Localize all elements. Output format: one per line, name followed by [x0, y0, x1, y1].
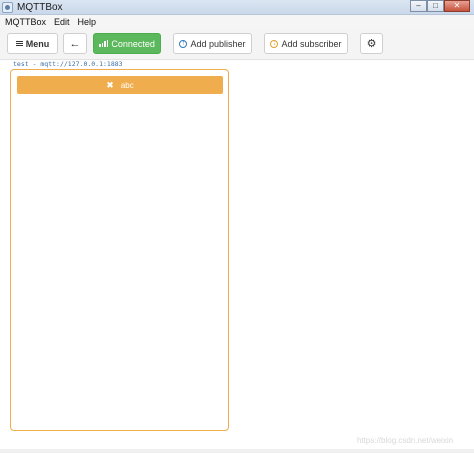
connection-label: test - mqtt://127.0.0.1:1883 [13, 60, 123, 68]
back-button[interactable]: ← [63, 33, 87, 54]
arrow-down-circle-icon: ↓ [270, 39, 279, 48]
menu-button-label: Menu [25, 38, 50, 49]
window-title: MQTTBox [17, 2, 63, 13]
menu-item-edit[interactable]: Edit [54, 15, 70, 29]
subscriber-panel: ✖ abc [10, 69, 229, 431]
connected-button-label: Connected [111, 38, 155, 49]
gear-icon: ⚙ [366, 38, 377, 50]
maximize-button[interactable]: □ [427, 0, 444, 12]
subscriber-topic-bar[interactable]: ✖ abc [17, 76, 223, 94]
signal-bars-icon [99, 40, 109, 47]
settings-button[interactable]: ⚙ [360, 33, 383, 54]
hamburger-icon [15, 40, 23, 47]
arrow-left-icon: ← [69, 37, 81, 50]
arrow-up-circle-icon: ↑ [179, 39, 188, 48]
close-icon[interactable]: ✖ [106, 80, 114, 90]
close-window-button[interactable]: ✕ [444, 0, 470, 12]
subscriber-topic-label: abc [120, 80, 134, 90]
add-publisher-button[interactable]: ↑ Add publisher [173, 33, 252, 54]
menu-item-mqttbox[interactable]: MQTTBox [5, 15, 46, 29]
minimize-button[interactable]: – [410, 0, 427, 12]
watermark: https://blog.csdn.net/weixin [357, 436, 454, 445]
menu-item-help[interactable]: Help [78, 15, 97, 29]
add-publisher-label: Add publisher [190, 38, 246, 49]
connected-button[interactable]: Connected [93, 33, 161, 54]
window-titlebar[interactable]: MQTTBox – □ ✕ [0, 0, 474, 15]
add-subscriber-label: Add subscriber [281, 38, 342, 49]
window-bottom-edge [0, 449, 474, 453]
app-icon [2, 2, 13, 13]
window-controls: – □ ✕ [410, 0, 470, 12]
toolbar: Menu ← Connected ↑ Add publisher ↓ Add s… [0, 29, 474, 60]
add-subscriber-button[interactable]: ↓ Add subscriber [264, 33, 348, 54]
menubar: MQTTBox Edit Help [0, 15, 474, 29]
menu-button[interactable]: Menu [7, 33, 58, 54]
